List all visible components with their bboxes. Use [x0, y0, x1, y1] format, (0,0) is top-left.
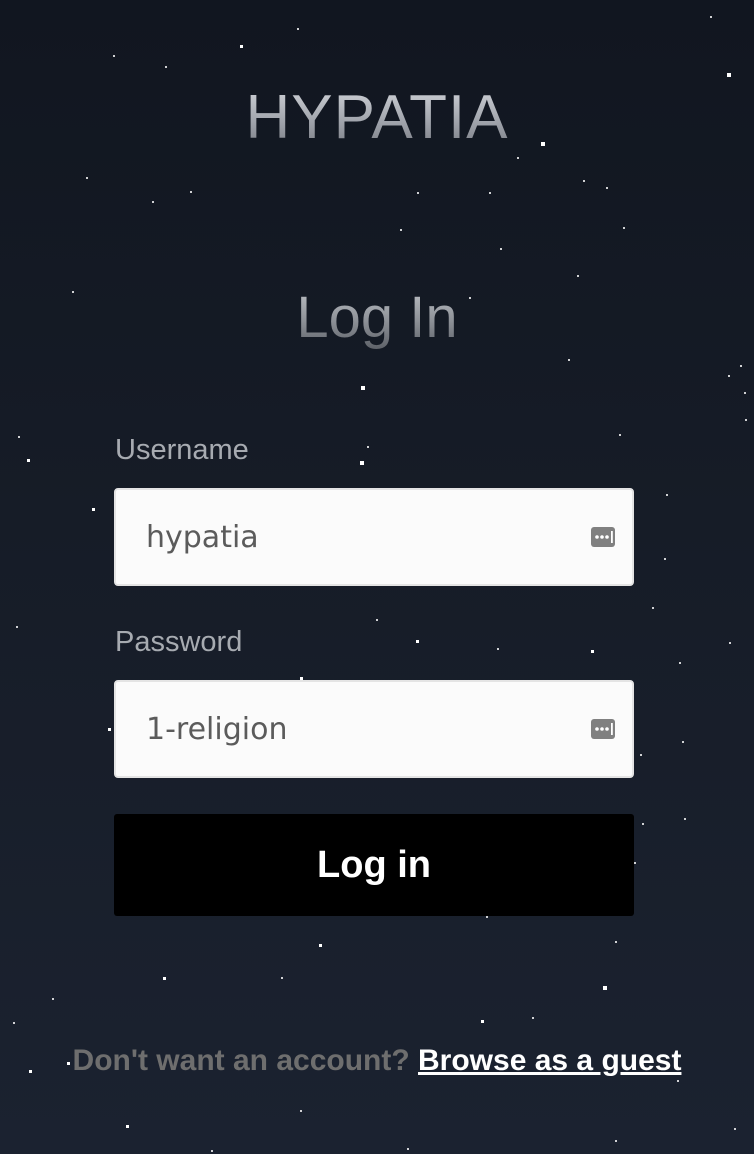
star: [126, 1125, 129, 1128]
star: [606, 187, 608, 189]
star: [400, 229, 402, 231]
star: [500, 248, 502, 250]
username-label: Username: [115, 434, 249, 466]
star: [727, 73, 731, 77]
star: [86, 177, 88, 179]
star: [744, 392, 746, 394]
star: [679, 662, 681, 664]
star: [591, 650, 594, 653]
star: [666, 494, 668, 496]
star: [300, 1110, 302, 1112]
star: [710, 16, 712, 18]
star: [532, 1017, 534, 1019]
star: [163, 977, 166, 980]
star: [497, 648, 499, 650]
star: [113, 55, 115, 57]
star: [577, 275, 579, 277]
star: [211, 1150, 213, 1152]
star: [16, 626, 18, 628]
star: [52, 998, 54, 1000]
star: [165, 66, 167, 68]
star: [240, 45, 243, 48]
star: [407, 1148, 409, 1150]
star: [677, 1080, 679, 1082]
star: [18, 436, 20, 438]
guest-prompt: Don't want an account? Browse as a guest: [0, 1044, 754, 1078]
star: [297, 28, 299, 30]
star: [517, 157, 519, 159]
password-manager-key-icon[interactable]: [590, 524, 616, 550]
star: [682, 741, 684, 743]
star: [728, 375, 730, 377]
password-input[interactable]: [116, 682, 632, 776]
star: [583, 180, 585, 182]
page-title: Log In: [0, 284, 754, 351]
star: [640, 754, 642, 756]
star: [745, 419, 747, 421]
browse-as-guest-link[interactable]: Browse as a guest: [418, 1044, 681, 1077]
star: [92, 508, 95, 511]
star: [642, 823, 644, 825]
star: [417, 192, 419, 194]
star: [361, 386, 365, 390]
star: [734, 1128, 736, 1130]
star: [481, 1020, 484, 1023]
star: [489, 192, 491, 194]
star: [190, 191, 192, 193]
star: [623, 227, 625, 229]
star: [486, 916, 488, 918]
password-label: Password: [115, 626, 243, 658]
star: [360, 461, 364, 465]
star: [568, 359, 570, 361]
star: [615, 941, 617, 943]
star: [634, 862, 636, 864]
guest-prompt-text: Don't want an account?: [72, 1044, 410, 1077]
star: [615, 1140, 617, 1142]
star: [603, 986, 607, 990]
star: [740, 365, 742, 367]
star: [367, 446, 369, 448]
username-input[interactable]: [116, 490, 632, 584]
star: [684, 818, 686, 820]
star: [729, 642, 731, 644]
app-logo-title: HYPATIA: [0, 82, 754, 153]
star: [152, 201, 154, 203]
star: [664, 558, 666, 560]
username-field: [114, 488, 634, 586]
star: [108, 728, 111, 731]
star: [652, 607, 654, 609]
star: [27, 459, 30, 462]
login-button[interactable]: Log in: [114, 814, 634, 916]
star: [281, 977, 283, 979]
password-field: [114, 680, 634, 778]
star: [619, 434, 621, 436]
password-manager-key-icon[interactable]: [590, 716, 616, 742]
star: [13, 1022, 15, 1024]
star: [319, 944, 322, 947]
star: [376, 619, 378, 621]
star: [416, 640, 419, 643]
